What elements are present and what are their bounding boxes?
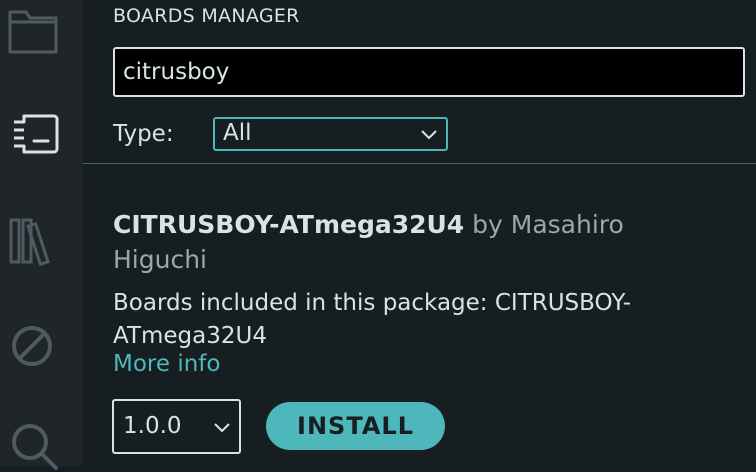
- search-icon[interactable]: [8, 420, 60, 472]
- type-label: Type:: [113, 121, 174, 147]
- type-select-value: All: [223, 120, 252, 146]
- library-icon[interactable]: [8, 214, 60, 266]
- chevron-down-icon: [421, 130, 437, 140]
- boards-manager-panel: BOARDS MANAGER Type: All CITRUSBOY-ATmeg…: [82, 0, 756, 466]
- panel-title: BOARDS MANAGER: [113, 5, 300, 27]
- version-select[interactable]: 1.0.0: [112, 399, 241, 454]
- more-info-link[interactable]: More info: [113, 351, 220, 377]
- type-select[interactable]: All: [213, 117, 448, 151]
- folder-icon[interactable]: [8, 4, 60, 56]
- divider: [82, 163, 756, 164]
- board-name: CITRUSBOY-ATmega32U4: [113, 210, 465, 239]
- boards-manager-icon[interactable]: [8, 108, 60, 160]
- chevron-down-icon: [214, 423, 230, 433]
- search-input[interactable]: [113, 47, 745, 97]
- activity-bar: [0, 0, 82, 470]
- board-description: Boards included in this package: CITRUSB…: [113, 290, 631, 349]
- version-select-value: 1.0.0: [123, 413, 182, 439]
- board-heading: CITRUSBOY-ATmega32U4 by Masahiro Higuchi: [113, 207, 673, 277]
- debug-icon[interactable]: [8, 320, 60, 372]
- install-button[interactable]: INSTALL: [266, 402, 445, 450]
